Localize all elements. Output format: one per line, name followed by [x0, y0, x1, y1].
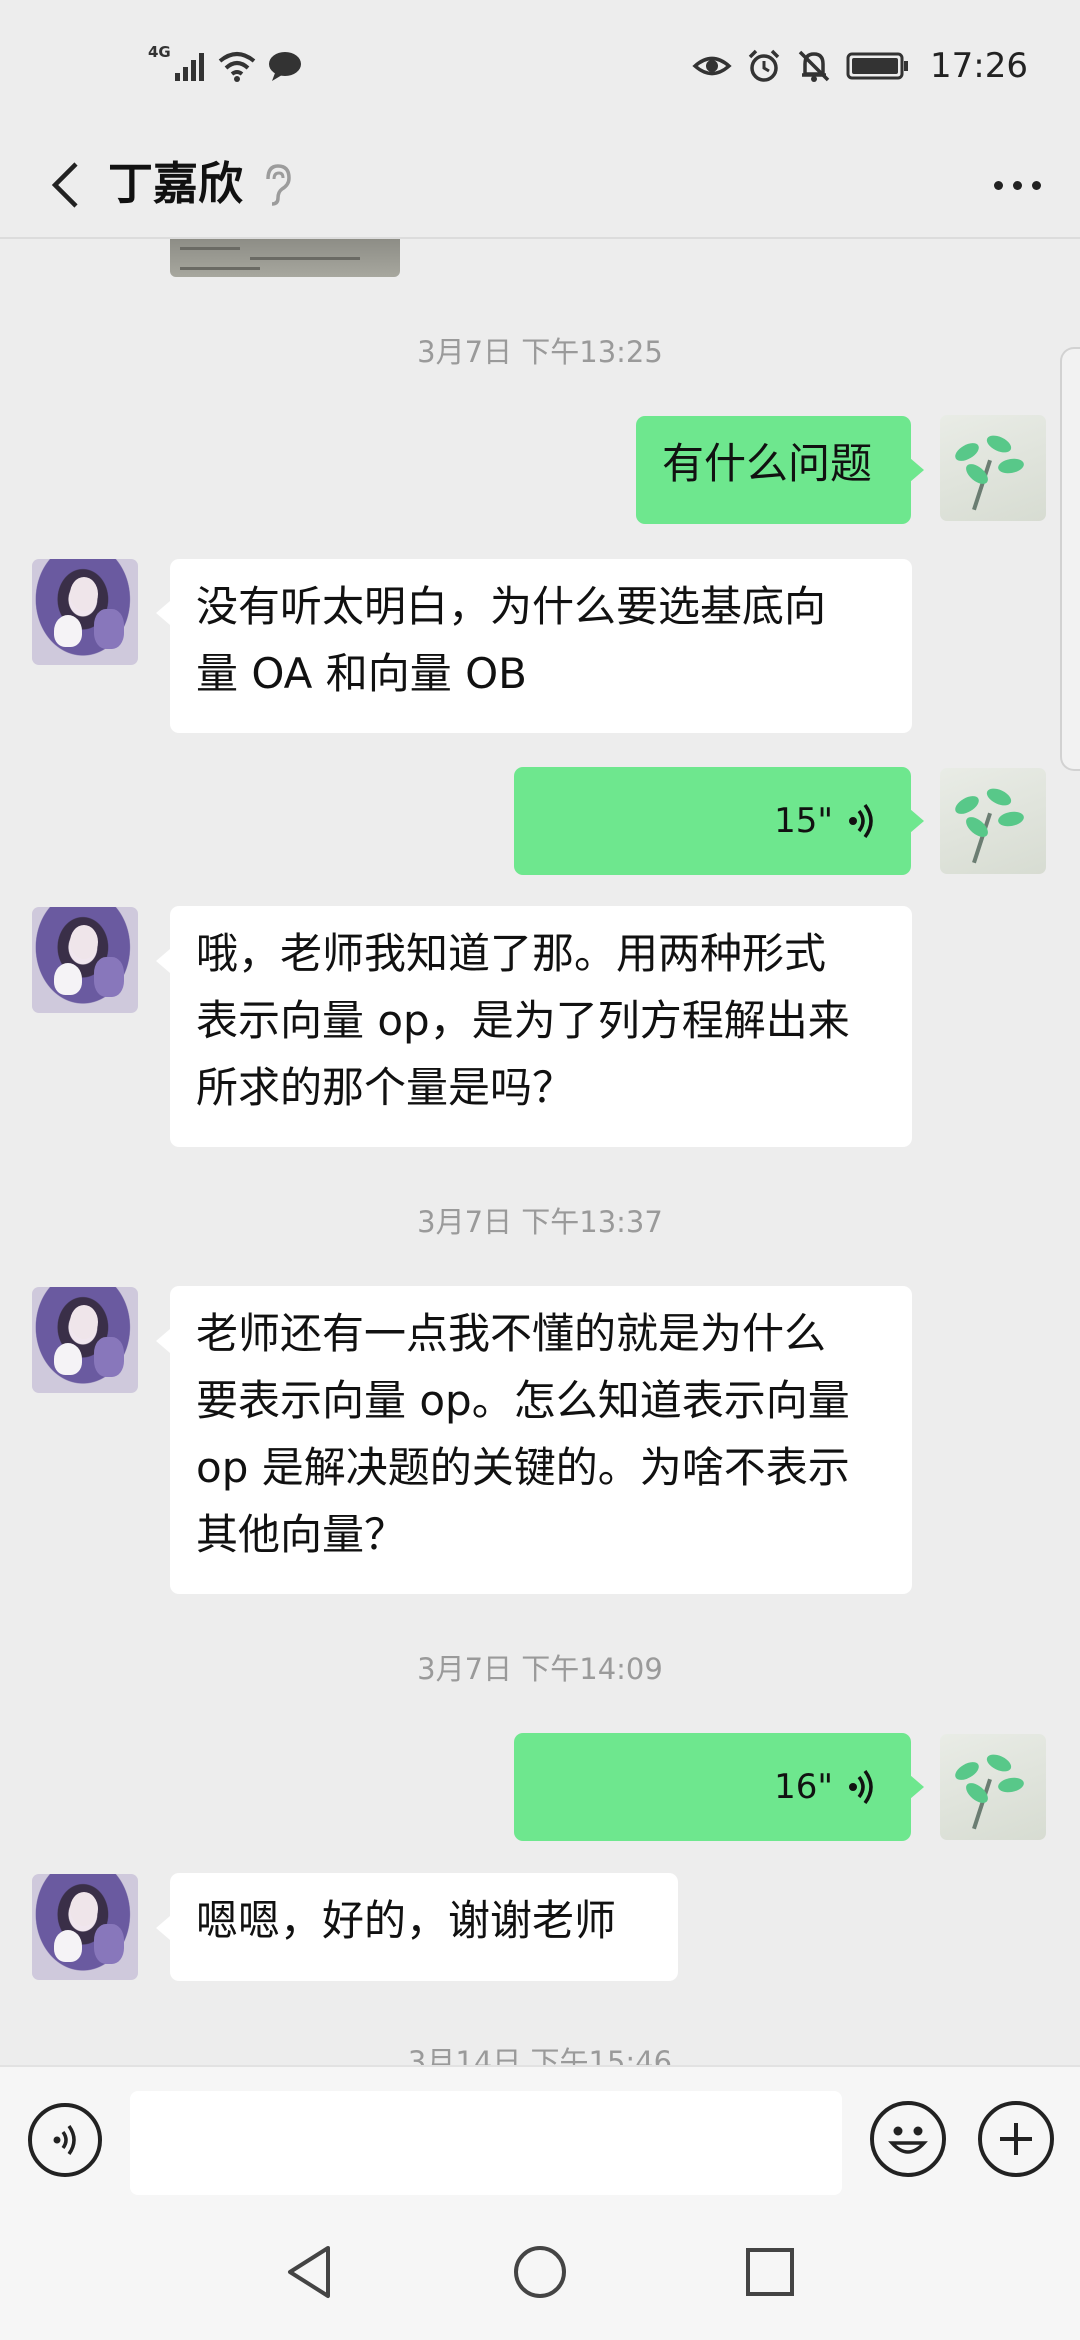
voice-duration: 16"	[774, 1766, 833, 1807]
scrollbar-handle[interactable]	[1060, 347, 1080, 771]
voice-toggle-button[interactable]	[28, 2103, 102, 2177]
voice-duration: 15"	[774, 800, 833, 841]
chat-list[interactable]: 3月7日 下午13:25 有什么问题 没有听太明白，为什么要选基底向 量 OA …	[0, 239, 1080, 2065]
emoji-icon	[888, 2126, 928, 2154]
system-home-button[interactable]	[505, 2237, 575, 2307]
more-functions-button[interactable]	[978, 2101, 1054, 2177]
voice-message-bubble[interactable]: 16"	[514, 1733, 911, 1841]
message-bubble-received[interactable]: 哦，老师我知道了那。用两种形式 表示向量 op，是为了列方程解出来 所求的那个量…	[170, 906, 912, 1147]
my-avatar[interactable]	[940, 415, 1046, 521]
eye-icon	[692, 56, 732, 76]
voice-wave-icon	[849, 1769, 873, 1805]
status-bar: 4G 17:26	[0, 0, 1080, 132]
more-dot-icon	[993, 180, 1003, 190]
signal-icon	[174, 53, 204, 81]
timestamp: 3月7日 下午13:37	[417, 1205, 663, 1239]
contact-avatar[interactable]	[32, 559, 138, 665]
timestamp: 3月7日 下午14:09	[417, 1652, 663, 1686]
contact-avatar[interactable]	[32, 907, 138, 1013]
system-recents-button[interactable]	[735, 2237, 805, 2307]
more-options-button[interactable]	[980, 150, 1054, 220]
timestamp: 3月14日 下午15:46	[407, 2045, 673, 2065]
plus-icon	[1000, 2123, 1032, 2155]
image-message-thumbnail[interactable]	[170, 239, 400, 277]
voice-message-bubble[interactable]: 15"	[514, 767, 911, 875]
voice-message: 16"	[540, 1733, 885, 1841]
back-button[interactable]	[30, 150, 100, 220]
home-circle-icon	[514, 2246, 566, 2298]
bubble-tail	[156, 949, 170, 973]
voice-wave-icon	[849, 803, 873, 839]
more-dot-icon	[1012, 180, 1022, 190]
chat-header: 丁嘉欣	[0, 132, 1080, 238]
message-bubble-received[interactable]: 没有听太明白，为什么要选基底向 量 OA 和向量 OB	[170, 559, 912, 733]
status-right: 17:26	[692, 42, 1028, 90]
timestamp: 3月7日 下午13:25	[417, 335, 663, 369]
contact-avatar[interactable]	[32, 1874, 138, 1980]
chat-bubble-icon	[268, 52, 301, 81]
wifi-icon	[218, 52, 256, 82]
bubble-tail	[156, 601, 170, 625]
message-bubble-received[interactable]: 老师还有一点我不懂的就是为什么 要表示向量 op。怎么知道表示向量 op 是解决…	[170, 1286, 912, 1594]
earpiece-mode-icon[interactable]	[262, 150, 302, 220]
contact-name: 丁嘉欣	[108, 157, 244, 210]
message-bubble-received[interactable]: 嗯嗯，好的，谢谢老师	[170, 1873, 678, 1981]
battery-icon	[846, 52, 909, 80]
system-back-button[interactable]	[274, 2237, 344, 2307]
alarm-icon	[748, 49, 780, 82]
bubble-tail	[910, 458, 924, 482]
status-left: 4G	[148, 42, 303, 90]
bubble-tail	[910, 809, 924, 833]
back-triangle-icon	[288, 2246, 330, 2298]
chevron-left-icon	[51, 162, 78, 208]
emoji-button[interactable]	[870, 2101, 946, 2177]
bubble-tail	[156, 1916, 170, 1940]
bubble-tail	[910, 1775, 924, 1799]
message-text-input[interactable]	[130, 2091, 842, 2195]
message-bubble-sent[interactable]: 有什么问题	[636, 416, 911, 524]
bubble-tail	[156, 1329, 170, 1353]
network-type: 4G	[148, 43, 171, 61]
voice-toggle-icon	[53, 2124, 76, 2156]
system-navigation-bar	[0, 2207, 1080, 2340]
mute-bell-icon	[798, 50, 830, 82]
status-time: 17:26	[930, 46, 1028, 86]
recents-square-icon	[746, 2248, 794, 2296]
contact-avatar[interactable]	[32, 1287, 138, 1393]
message-input-bar	[0, 2065, 1080, 2207]
voice-message: 15"	[540, 767, 885, 875]
more-dot-icon	[1031, 180, 1041, 190]
my-avatar[interactable]	[940, 1734, 1046, 1840]
my-avatar[interactable]	[940, 768, 1046, 874]
